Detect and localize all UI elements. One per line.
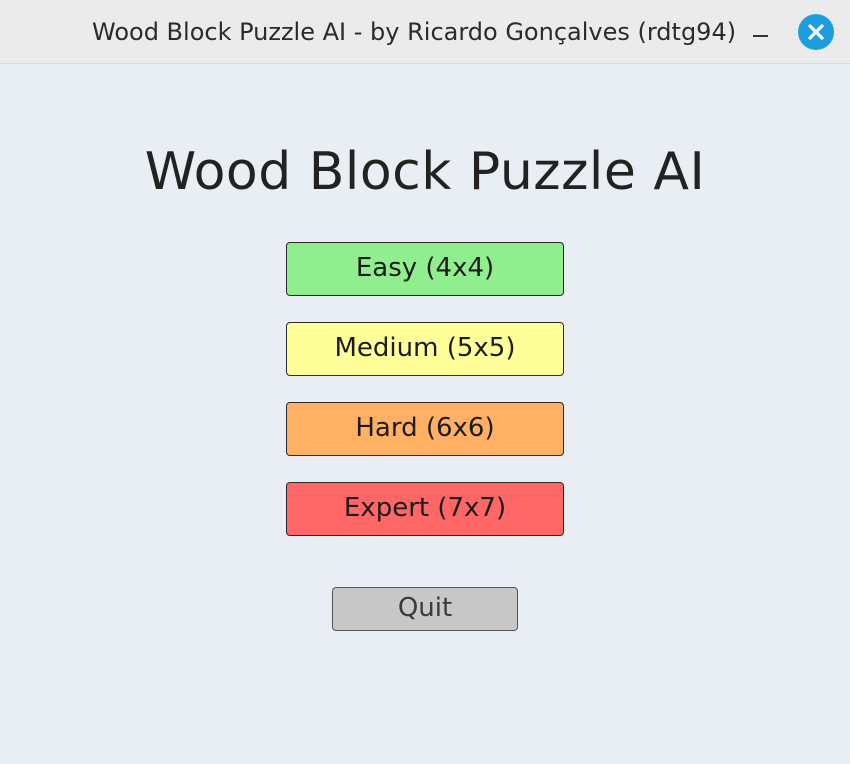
minimize-button[interactable] bbox=[750, 20, 772, 42]
app-window: Wood Block Puzzle AI - by Ricardo Gonçal… bbox=[0, 0, 850, 764]
medium-button[interactable]: Medium (5x5) bbox=[286, 322, 564, 376]
page-title: Wood Block Puzzle AI bbox=[144, 142, 706, 202]
hard-button[interactable]: Hard (6x6) bbox=[286, 402, 564, 456]
easy-button[interactable]: Easy (4x4) bbox=[286, 242, 564, 296]
window-title: Wood Block Puzzle AI - by Ricardo Gonçal… bbox=[92, 18, 737, 46]
close-icon bbox=[808, 24, 824, 40]
quit-button[interactable]: Quit bbox=[332, 587, 518, 631]
title-bar: Wood Block Puzzle AI - by Ricardo Gonçal… bbox=[0, 0, 850, 64]
close-button[interactable] bbox=[798, 14, 834, 50]
minimize-icon bbox=[753, 35, 768, 37]
expert-button[interactable]: Expert (7x7) bbox=[286, 482, 564, 536]
